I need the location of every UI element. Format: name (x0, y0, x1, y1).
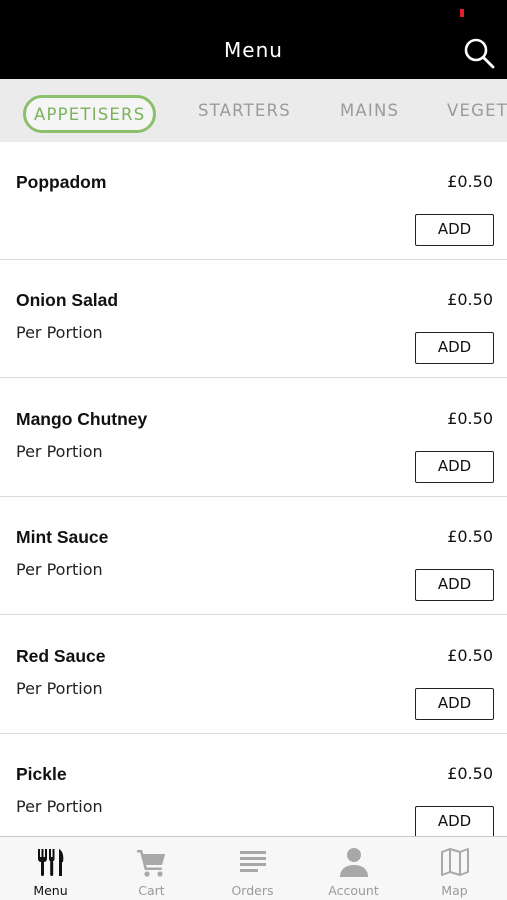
tab-starters[interactable]: STARTERS (198, 79, 291, 142)
item-name: Onion Salad (16, 290, 119, 310)
nav-label: Cart (138, 883, 165, 898)
menu-item: Pickle £0.50 Per Portion ADD (0, 734, 507, 836)
add-button[interactable]: ADD (415, 214, 494, 246)
tab-appetisers[interactable]: APPETISERS (23, 95, 157, 133)
item-name: Mint Sauce (16, 527, 109, 547)
add-button[interactable]: ADD (415, 451, 494, 483)
map-icon (440, 848, 469, 876)
item-price: £0.50 (447, 290, 493, 309)
nav-cart[interactable]: Cart (101, 837, 202, 900)
item-price: £0.50 (447, 646, 493, 665)
item-price: £0.50 (447, 764, 493, 783)
item-price: £0.50 (447, 527, 493, 546)
nav-account[interactable]: Account (303, 837, 404, 900)
item-price: £0.50 (447, 409, 493, 428)
nav-menu[interactable]: Menu (0, 837, 101, 900)
menu-item: Onion Salad £0.50 Per Portion ADD (0, 260, 507, 378)
category-tabs: APPETISERS STARTERS MAINS VEGETABLES (0, 79, 507, 142)
menu-item: Poppadom £0.50 ADD (0, 142, 507, 260)
item-description: Per Portion (16, 797, 103, 816)
menu-item: Red Sauce £0.50 Per Portion ADD (0, 616, 507, 734)
search-button[interactable] (462, 36, 496, 70)
item-price: £0.50 (447, 172, 493, 191)
cart-icon (136, 850, 165, 877)
add-button[interactable]: ADD (415, 569, 494, 601)
menu-item: Mint Sauce £0.50 Per Portion ADD (0, 497, 507, 615)
fork-knife-icon (37, 849, 63, 876)
tab-vegetables[interactable]: VEGETABLES (447, 79, 507, 142)
item-name: Pickle (16, 764, 67, 784)
app-header: Menu (0, 0, 507, 79)
nav-label: Orders (231, 883, 274, 898)
tab-mains[interactable]: MAINS (340, 79, 399, 142)
item-name: Poppadom (16, 172, 107, 192)
user-icon (339, 848, 368, 877)
add-button[interactable]: ADD (415, 806, 494, 836)
status-indicator (460, 9, 464, 17)
nav-label: Account (328, 883, 379, 898)
page-title: Menu (224, 38, 283, 62)
add-button[interactable]: ADD (415, 332, 494, 364)
menu-item: Mango Chutney £0.50 Per Portion ADD (0, 379, 507, 497)
item-description: Per Portion (16, 560, 103, 579)
menu-item-list[interactable]: Poppadom £0.50 ADD Onion Salad £0.50 Per… (0, 142, 507, 836)
item-description: Per Portion (16, 442, 103, 461)
item-description: Per Portion (16, 323, 103, 342)
search-icon (464, 38, 495, 69)
bottom-nav: Menu Cart Orders Account Map (0, 836, 507, 900)
nav-orders[interactable]: Orders (202, 837, 303, 900)
nav-label: Map (441, 883, 468, 898)
add-button[interactable]: ADD (415, 688, 494, 720)
nav-label: Menu (33, 883, 68, 898)
orders-list-icon (239, 851, 266, 872)
item-name: Mango Chutney (16, 409, 148, 429)
item-description: Per Portion (16, 679, 103, 698)
item-name: Red Sauce (16, 646, 106, 666)
nav-map[interactable]: Map (404, 837, 505, 900)
